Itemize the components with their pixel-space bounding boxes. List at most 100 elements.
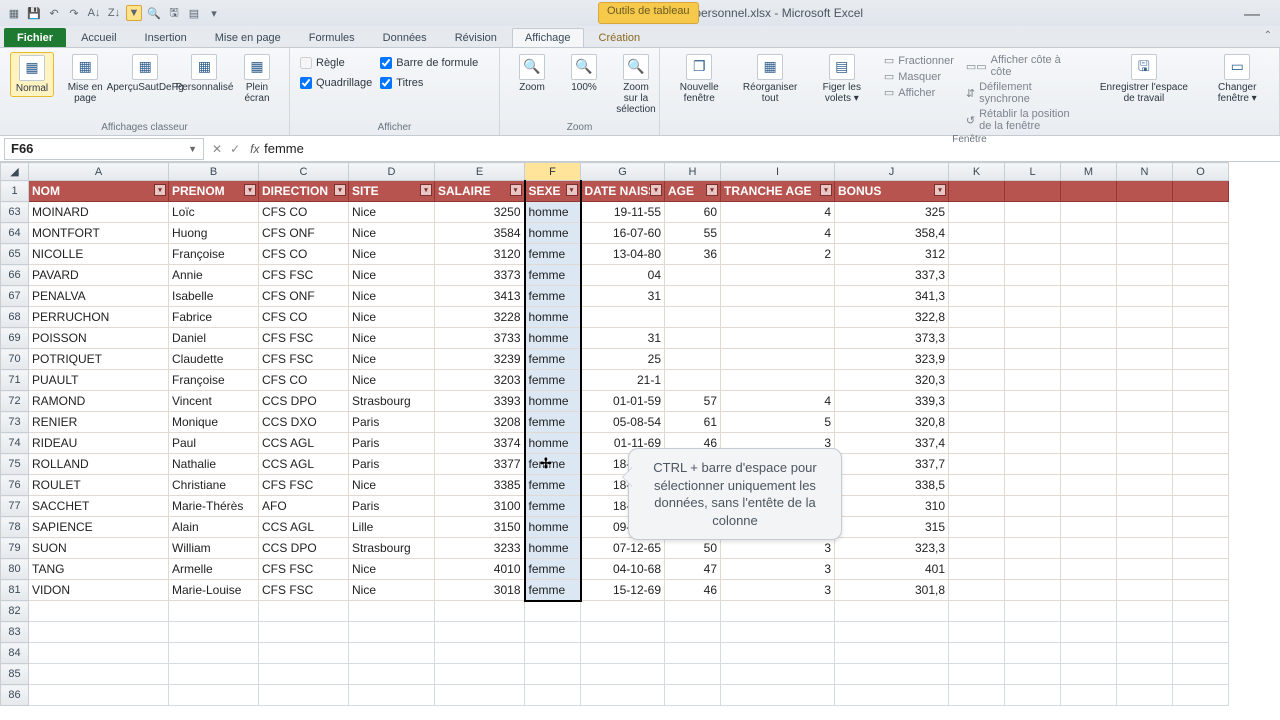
cell[interactable] [949, 454, 1005, 475]
cell[interactable] [1005, 622, 1061, 643]
cell[interactable] [949, 622, 1005, 643]
cell[interactable]: Nice [349, 202, 435, 223]
cell[interactable]: Nathalie [169, 454, 259, 475]
cell[interactable] [1061, 664, 1117, 685]
cell[interactable]: CFS FSC [259, 559, 349, 580]
cell[interactable]: 31 [581, 286, 665, 307]
cell[interactable]: 36 [665, 244, 721, 265]
cell[interactable]: femme [525, 580, 581, 601]
cell[interactable] [721, 328, 835, 349]
100--button[interactable]: 🔍100% [562, 52, 606, 95]
cell[interactable] [259, 685, 349, 706]
cell[interactable] [1005, 580, 1061, 601]
cell[interactable]: 55 [665, 223, 721, 244]
cell[interactable] [1005, 433, 1061, 454]
cell[interactable] [1061, 265, 1117, 286]
col-header-E[interactable]: E [435, 163, 525, 181]
cell[interactable]: Nice [349, 580, 435, 601]
cell[interactable] [665, 664, 721, 685]
cell[interactable]: homme [525, 307, 581, 328]
cell[interactable]: SACCHET [29, 496, 169, 517]
cell[interactable] [949, 223, 1005, 244]
table-header[interactable]: SEXE▾ [525, 181, 581, 202]
cell[interactable] [1117, 433, 1173, 454]
cell[interactable] [1173, 517, 1229, 538]
cell[interactable]: CFS CO [259, 202, 349, 223]
cell[interactable] [1005, 664, 1061, 685]
col-header-C[interactable]: C [259, 163, 349, 181]
cell[interactable]: CFS FSC [259, 475, 349, 496]
cell[interactable] [435, 622, 525, 643]
cell[interactable] [1061, 559, 1117, 580]
row-header-85[interactable]: 85 [1, 664, 29, 685]
cell[interactable]: 60 [665, 202, 721, 223]
cell[interactable] [949, 307, 1005, 328]
cell[interactable] [1061, 580, 1117, 601]
col-header-G[interactable]: G [581, 163, 665, 181]
filter-dropdown-icon[interactable]: ▾ [566, 184, 578, 196]
cell[interactable]: 15-12-69 [581, 580, 665, 601]
cell[interactable]: Nice [349, 307, 435, 328]
row-header-65[interactable]: 65 [1, 244, 29, 265]
cell[interactable] [721, 685, 835, 706]
row-header-84[interactable]: 84 [1, 643, 29, 664]
filter-dropdown-icon[interactable]: ▾ [334, 184, 346, 196]
cell[interactable] [1005, 475, 1061, 496]
cell[interactable]: CFS ONF [259, 286, 349, 307]
cell[interactable] [949, 685, 1005, 706]
cell[interactable]: CFS FSC [259, 328, 349, 349]
cell[interactable]: Alain [169, 517, 259, 538]
cell[interactable] [949, 391, 1005, 412]
cell[interactable] [1173, 601, 1229, 622]
cell[interactable] [525, 601, 581, 622]
col-header-N[interactable]: N [1117, 163, 1173, 181]
cell[interactable] [835, 685, 949, 706]
cell[interactable]: femme [525, 370, 581, 391]
cell[interactable] [1005, 370, 1061, 391]
cell[interactable]: MOINARD [29, 202, 169, 223]
cell[interactable]: 31 [581, 328, 665, 349]
cell[interactable] [1117, 517, 1173, 538]
cell[interactable]: 339,3 [835, 391, 949, 412]
cell[interactable]: 320,3 [835, 370, 949, 391]
cell[interactable]: Marie-Thérès [169, 496, 259, 517]
cell[interactable] [949, 265, 1005, 286]
cell[interactable] [1061, 307, 1117, 328]
cell[interactable] [1061, 433, 1117, 454]
cell[interactable] [949, 475, 1005, 496]
cell[interactable] [721, 370, 835, 391]
cell[interactable] [581, 664, 665, 685]
cell[interactable]: 3228 [435, 307, 525, 328]
col-header-J[interactable]: J [835, 163, 949, 181]
filter-dropdown-icon[interactable]: ▾ [154, 184, 166, 196]
tab-accueil[interactable]: Accueil [68, 28, 129, 47]
col-header-M[interactable]: M [1061, 163, 1117, 181]
cell[interactable] [581, 622, 665, 643]
cell[interactable] [1173, 202, 1229, 223]
cell[interactable] [1117, 559, 1173, 580]
cell[interactable]: PERRUCHON [29, 307, 169, 328]
cell[interactable]: RENIER [29, 412, 169, 433]
name-box[interactable]: F66▼ [4, 138, 204, 160]
cell[interactable] [1005, 391, 1061, 412]
cell[interactable]: CCS DXO [259, 412, 349, 433]
formulabar-check[interactable]: Barre de formule [380, 56, 478, 70]
cell[interactable] [1173, 307, 1229, 328]
cell[interactable] [665, 370, 721, 391]
cell[interactable]: VIDON [29, 580, 169, 601]
cell[interactable] [1173, 496, 1229, 517]
cell[interactable]: 3584 [435, 223, 525, 244]
cell[interactable]: 3393 [435, 391, 525, 412]
cell[interactable]: 5 [721, 412, 835, 433]
cell[interactable] [349, 643, 435, 664]
sort-asc-icon[interactable]: A↓ [86, 5, 102, 21]
cell[interactable] [525, 643, 581, 664]
cell[interactable]: 3208 [435, 412, 525, 433]
cell[interactable]: ROLLAND [29, 454, 169, 475]
cell[interactable]: 315 [835, 517, 949, 538]
cell[interactable] [949, 664, 1005, 685]
row-header-71[interactable]: 71 [1, 370, 29, 391]
cell[interactable] [949, 286, 1005, 307]
cell[interactable]: Marie-Louise [169, 580, 259, 601]
cell[interactable] [665, 265, 721, 286]
